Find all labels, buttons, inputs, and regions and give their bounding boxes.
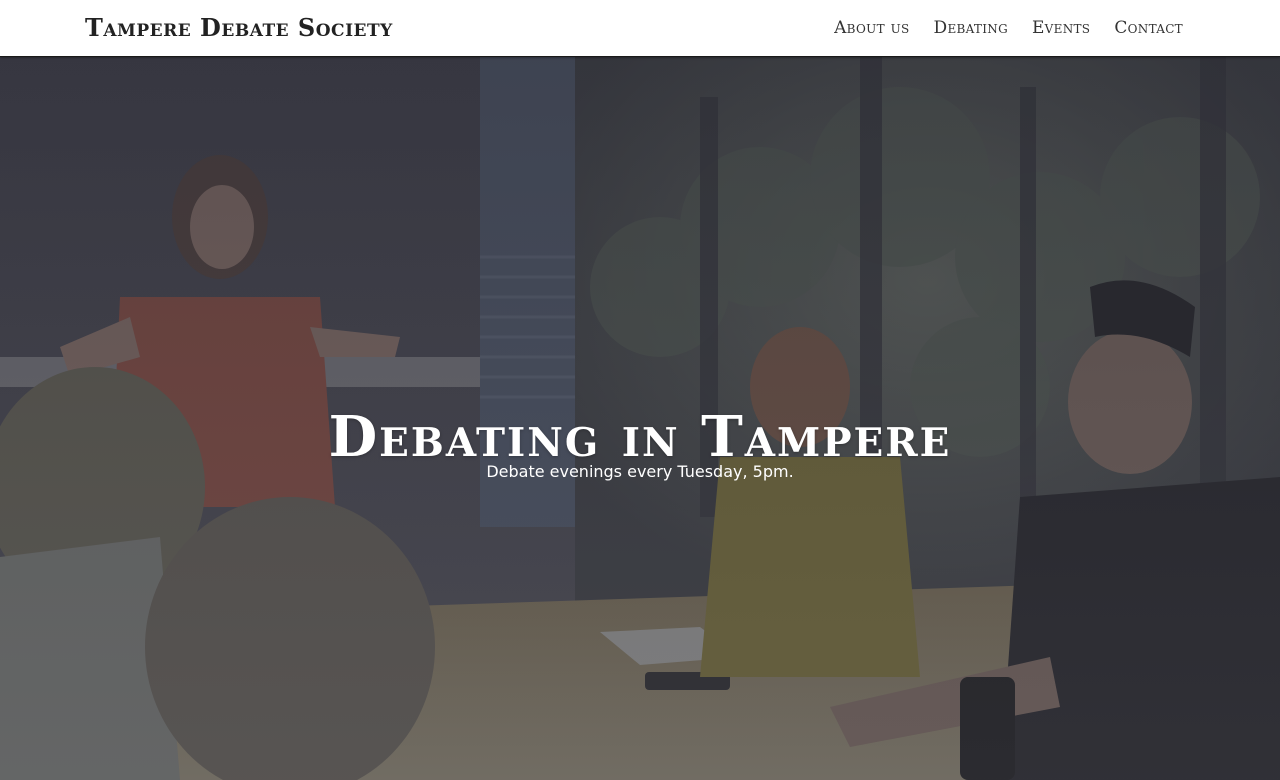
main-nav: About us Debating Events Contact xyxy=(834,16,1183,40)
nav-item-contact[interactable]: Contact xyxy=(1114,16,1183,40)
site-logo-link[interactable]: Tampere Debate Society xyxy=(85,12,393,44)
hero-section: Debating in Tampere Debate evenings ever… xyxy=(0,57,1280,780)
nav-item-events[interactable]: Events xyxy=(1032,16,1090,40)
nav-item-about-us[interactable]: About us xyxy=(834,16,909,40)
nav-item-debating[interactable]: Debating xyxy=(934,16,1008,40)
site-header: Tampere Debate Society About us Debating… xyxy=(0,0,1280,57)
hero-subtitle: Debate evenings every Tuesday, 5pm. xyxy=(486,462,794,481)
